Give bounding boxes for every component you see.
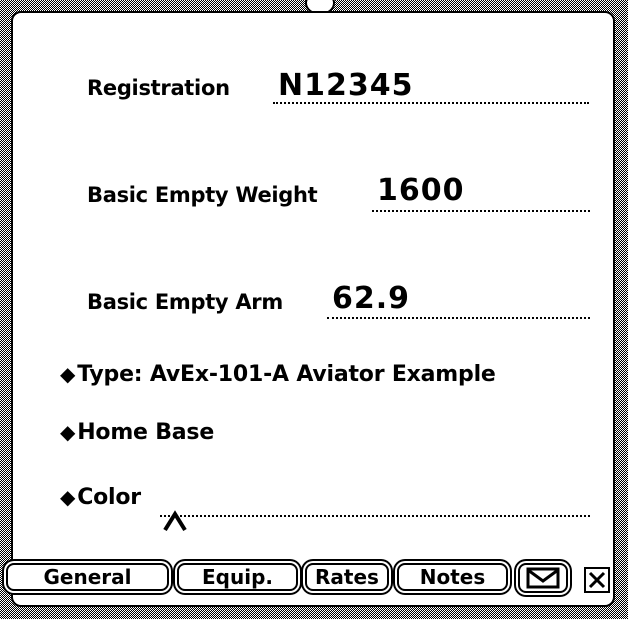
button-bar: General Equip. Rates Notes	[0, 560, 628, 600]
insertion-caret-icon	[163, 509, 187, 539]
notes-button[interactable]: Notes	[397, 563, 508, 591]
registration-value[interactable]: N12345	[278, 68, 413, 103]
basic-empty-arm-input-line[interactable]	[327, 317, 590, 319]
equip-button-label: Equip.	[202, 565, 273, 589]
basic-empty-weight-input-line[interactable]	[372, 210, 590, 212]
routing-button[interactable]	[518, 563, 568, 593]
diamond-icon: ◆	[60, 420, 76, 444]
type-picker[interactable]: ◆Type: AvEx-101-A Aviator Example	[60, 362, 496, 387]
color-input-line[interactable]	[160, 515, 590, 517]
close-button[interactable]	[584, 567, 610, 593]
type-picker-label: Type: AvEx-101-A Aviator Example	[77, 362, 496, 387]
diamond-icon: ◆	[60, 362, 76, 386]
basic-empty-arm-label: Basic Empty Arm	[87, 290, 283, 314]
basic-empty-weight-label: Basic Empty Weight	[87, 183, 318, 207]
registration-input-line[interactable]	[273, 102, 589, 104]
color-picker[interactable]: ◆Color	[60, 485, 141, 510]
home-base-picker-label: Home Base	[77, 420, 215, 445]
basic-empty-weight-value[interactable]: 1600	[377, 173, 465, 208]
rates-button-label: Rates	[315, 565, 379, 589]
equip-button[interactable]: Equip.	[177, 563, 298, 591]
notes-button-label: Notes	[419, 565, 486, 589]
envelope-icon	[526, 567, 560, 589]
rates-button[interactable]: Rates	[305, 563, 389, 591]
diamond-icon: ◆	[60, 485, 76, 509]
home-base-picker[interactable]: ◆Home Base	[60, 420, 214, 445]
general-button[interactable]: General	[6, 563, 169, 591]
basic-empty-arm-value[interactable]: 62.9	[332, 281, 410, 316]
close-icon	[588, 571, 606, 589]
registration-label: Registration	[87, 76, 230, 100]
color-picker-label: Color	[77, 485, 141, 510]
general-button-label: General	[43, 565, 132, 589]
